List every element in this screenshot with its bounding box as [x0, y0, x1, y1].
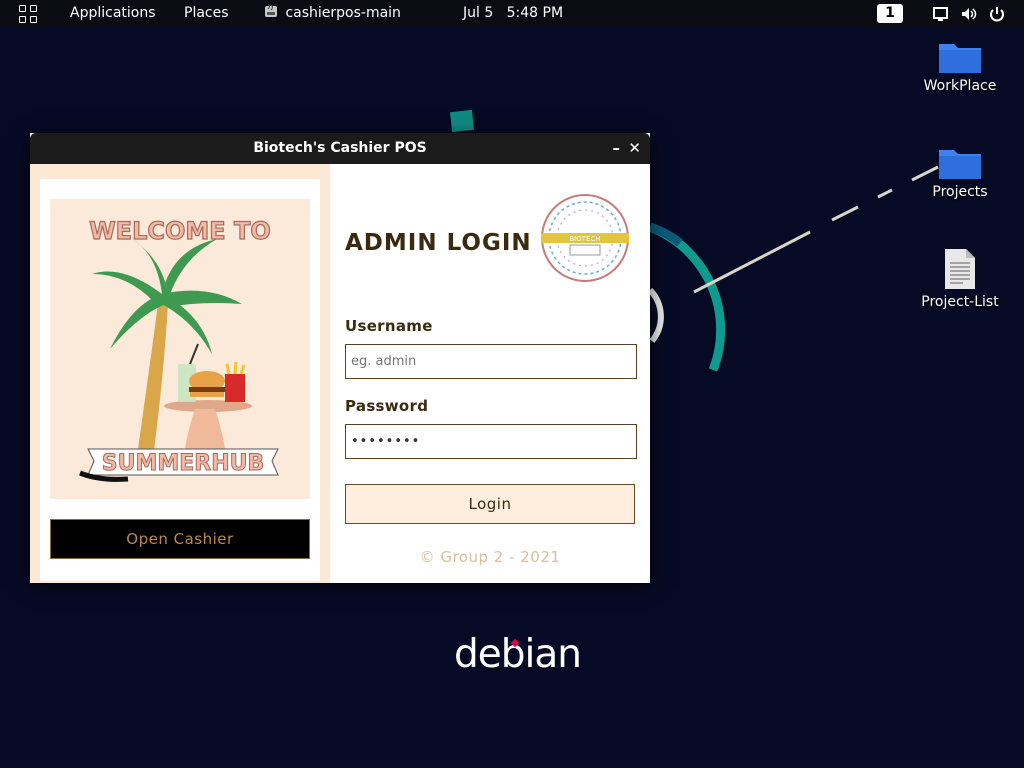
close-button[interactable]: ✕ — [628, 133, 641, 164]
java-icon — [265, 3, 277, 17]
desktop-icon-label: WorkPlace — [923, 78, 997, 94]
clock-date: Jul 5 — [463, 5, 494, 21]
debian-logo: debian — [454, 632, 582, 677]
text-file-icon — [945, 249, 975, 289]
active-app-label: cashierpos-main — [285, 5, 401, 21]
footer-copyright: © Group 2 - 2021 — [419, 548, 561, 566]
login-button[interactable]: Login — [345, 484, 635, 524]
desktop-icon-project-list[interactable]: Project-List — [915, 248, 1005, 310]
admin-login-heading: ADMIN LOGIN — [345, 230, 532, 256]
clock[interactable]: Jul 5 5:48 PM — [463, 0, 563, 27]
username-input[interactable] — [345, 344, 637, 379]
active-app-menu[interactable]: cashierpos-main — [263, 0, 401, 27]
desktop-icon-label: Project-List — [921, 294, 999, 310]
desktop-icon-workplace[interactable]: WorkPlace — [915, 40, 1005, 94]
desktop-icon-label: Projects — [932, 184, 988, 200]
workspace-indicator[interactable]: 1 — [877, 4, 903, 23]
power-icon[interactable] — [988, 5, 1006, 23]
poster-top-text: WELCOME TO — [89, 217, 271, 245]
app-grid-icon[interactable] — [19, 5, 37, 23]
places-menu[interactable]: Places — [184, 0, 229, 27]
top-panel: Applications Places cashierpos-main Jul … — [0, 0, 1024, 27]
password-input[interactable]: •••••••• — [345, 424, 637, 459]
password-label: Password — [345, 397, 429, 415]
clock-time: 5:48 PM — [506, 5, 564, 21]
summerhub-poster: WELCOME TO SUMMERHUB — [50, 199, 310, 499]
left-card: WELCOME TO SUMMERHUB Open Cashier — [40, 179, 320, 581]
desktop-icon-projects[interactable]: Projects — [915, 146, 1005, 200]
folder-icon — [939, 44, 981, 73]
open-cashier-button[interactable]: Open Cashier — [50, 519, 310, 559]
biotech-emblem-logo: BIOTECH — [541, 194, 629, 282]
window-title: Biotech's Cashier POS — [253, 140, 427, 156]
window-titlebar[interactable]: Biotech's Cashier POS – ✕ — [30, 133, 650, 164]
minimize-button[interactable]: – — [613, 133, 621, 164]
login-form: ADMIN LOGIN BIOTECH Username Password ••… — [330, 164, 650, 583]
palm-tree-illustration: WELCOME TO SUMMERHUB — [79, 216, 279, 482]
cashier-pos-window: Biotech's Cashier POS – ✕ WELCOME TO SUM… — [30, 133, 650, 583]
username-label: Username — [345, 317, 433, 335]
applications-menu[interactable]: Applications — [70, 0, 156, 27]
folder-icon — [939, 150, 981, 179]
emblem-text: BIOTECH — [569, 235, 600, 243]
poster-banner-text: SUMMERHUB — [102, 451, 265, 476]
left-panel: WELCOME TO SUMMERHUB Open Cashier — [30, 164, 330, 583]
screen-icon[interactable] — [932, 5, 950, 23]
volume-icon[interactable] — [960, 5, 978, 23]
